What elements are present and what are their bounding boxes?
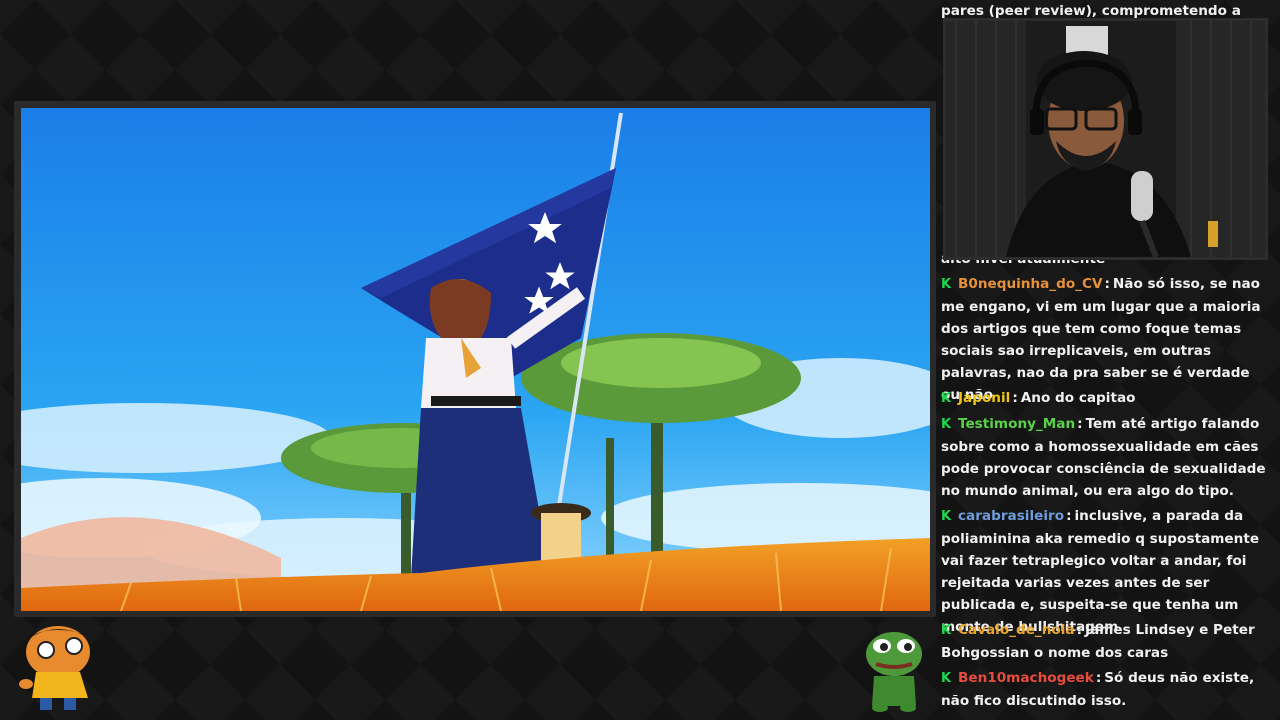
- moderator-sword-icon: K: [941, 417, 952, 432]
- chat-text: Não só isso, se nao me engano, vi em um …: [941, 276, 1261, 403]
- moderator-sword-icon: K: [941, 671, 952, 686]
- chat-partial-text: pares (peer review), comprometendo a: [941, 3, 1241, 19]
- moderator-sword-icon: K: [941, 509, 952, 524]
- chat-message: K Cavalo_de_noia: James Lindsey e Peter Bo…: [941, 622, 1255, 661]
- webcam-overlay: [943, 18, 1268, 260]
- chat-username[interactable]: Ben10machogeek: [958, 670, 1094, 686]
- chat-message: K Japonil: Ano do capitao: [941, 387, 1267, 410]
- chat-username[interactable]: B0nequinha_do_CV: [958, 276, 1102, 292]
- chat-username[interactable]: Cavalo_de_noia: [958, 622, 1075, 638]
- chat-text: inclusive, a parada da poliaminina aka r…: [941, 508, 1260, 635]
- stream-scene-image: [21, 108, 930, 611]
- moderator-sword-icon: K: [941, 277, 952, 292]
- chat-username[interactable]: carabrasileiro: [958, 508, 1064, 524]
- chat-username[interactable]: Testimony_Man: [958, 416, 1075, 432]
- cartoon-character-icon: [18, 622, 102, 712]
- moderator-sword-icon: K: [941, 391, 952, 406]
- chat-text: Ano do capitao: [1020, 390, 1136, 406]
- chat-message: K Testimony_Man: Tem até artigo falando so…: [941, 416, 1266, 499]
- pepe-frog-icon: [860, 626, 928, 712]
- moderator-sword-icon: K: [941, 623, 952, 638]
- chat-username[interactable]: Japonil: [958, 390, 1010, 406]
- chat-message: K Ben10machogeek: Só deus não existe, não …: [941, 670, 1255, 709]
